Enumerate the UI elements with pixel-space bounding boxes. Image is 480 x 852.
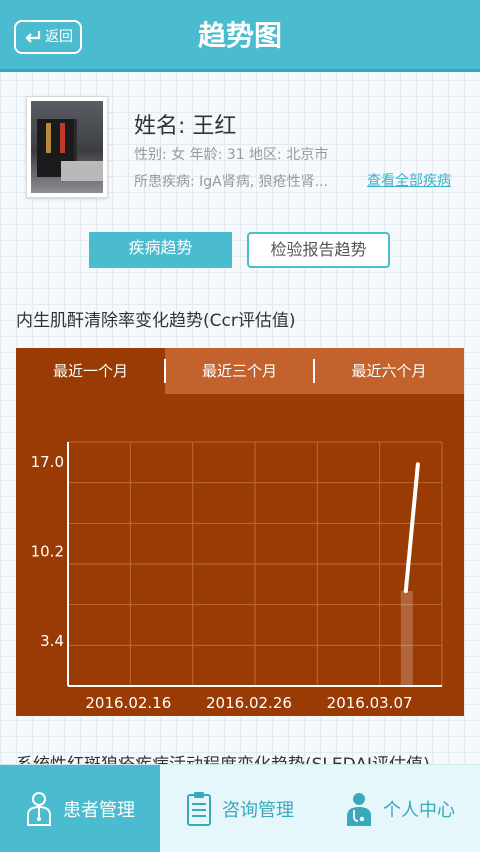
back-button[interactable]: 返回 [14,20,82,54]
patient-info: 性别: 女 年龄: 31 地区: 北京市 [134,147,329,163]
clipboard-icon [187,792,211,826]
patient-profile: 姓名: 王红 性别: 女 年龄: 31 地区: 北京市 所患疾病: IgA肾病,… [0,96,480,206]
trend-chart-card: 最近一个月 最近三个月 最近六个月 17.0 10.2 3.4 2016.02.16 2… [16,348,464,716]
y-tick-label: 3.4 [40,632,64,650]
nav-label: 咨询管理 [222,800,294,821]
nav-consultation-management[interactable]: 咨询管理 [160,765,320,852]
period-tabs: 最近一个月 最近三个月 最近六个月 [16,348,464,394]
tab-lab-report-trend[interactable]: 检验报告趋势 [247,232,390,268]
data-point [403,589,408,594]
nav-label: 患者管理 [63,800,135,821]
tab-disease-trend[interactable]: 疾病趋势 [89,232,232,268]
tab-last-one-month[interactable]: 最近一个月 [16,348,165,394]
nav-personal-center[interactable]: 个人中心 [320,765,480,852]
avatar [26,96,108,198]
ccr-line-chart: 17.0 10.2 3.4 2016.02.16 2016.02.26 2016.03.0… [31,441,443,712]
tab-last-three-months[interactable]: 最近三个月 [165,348,314,394]
x-tick-label: 2016.02.26 [206,694,292,712]
patient-icon [27,792,51,826]
avatar-photo [31,101,103,193]
tab-last-six-months[interactable]: 最近六个月 [314,348,464,394]
nav-patient-management[interactable]: 患者管理 [0,765,160,852]
series-highlight-bar [400,591,413,686]
bottom-nav: 患者管理 咨询管理 个人中心 [0,764,480,852]
doctor-icon [347,793,371,826]
x-tick-label: 2016.03.07 [327,694,413,712]
back-arrow-icon [25,31,41,43]
header-bar: 返回 趋势图 [0,0,480,72]
y-tick-label: 17.0 [31,453,64,471]
nav-label: 个人中心 [383,800,455,821]
series-line [403,462,420,594]
x-tick-label: 2016.02.16 [85,694,171,712]
section-title: 内生肌酐清除率变化趋势(Ccr评估值) [16,311,296,331]
y-tick-label: 10.2 [31,542,64,560]
patient-name: 姓名: 王红 [134,114,237,139]
view-all-diseases-link[interactable]: 查看全部疾病 [367,170,451,190]
data-point [415,462,420,467]
patient-diseases: 所患疾病: IgA肾病, 狼疮性肾... [134,174,329,190]
back-label: 返回 [45,29,73,45]
